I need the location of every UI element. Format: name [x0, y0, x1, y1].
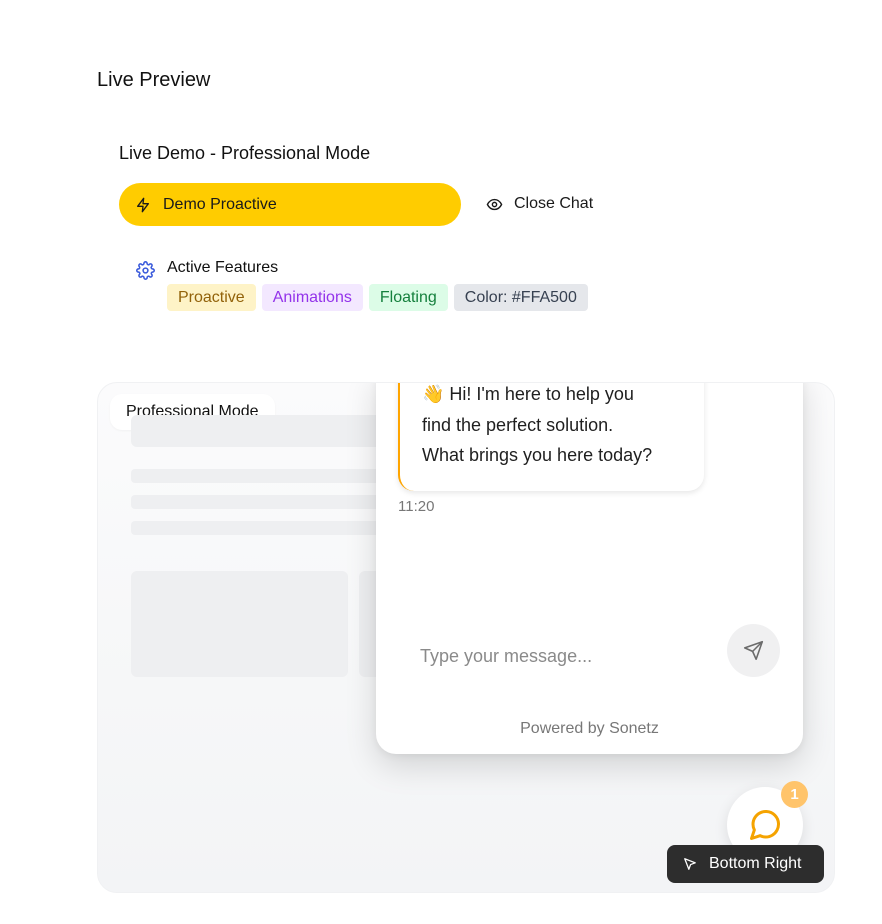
preview-canvas: Professional Mode 👋 Hi! I'm here to help… [97, 382, 835, 893]
chat-message-line: find the perfect solution. [422, 414, 614, 435]
active-features-label: Active Features [167, 259, 279, 276]
skeleton-card [131, 571, 348, 677]
skeleton-line [131, 469, 381, 483]
send-button[interactable] [727, 624, 780, 677]
cursor-arrow-icon [684, 858, 696, 870]
skeleton-line [131, 521, 381, 535]
section-title: Live Preview [97, 69, 211, 91]
demo-title: Live Demo - Professional Mode [119, 143, 371, 163]
skeleton-block [131, 415, 391, 447]
close-chat-label: Close Chat [514, 195, 594, 212]
unread-badge: 1 [781, 781, 808, 808]
feature-tag: Animations [261, 284, 363, 311]
feature-tag: Proactive [167, 284, 256, 311]
feature-tags: Proactive Animations Floating Color: #FF… [167, 284, 588, 311]
chat-message-line: 👋 Hi! I'm here to help you [422, 384, 634, 404]
eye-icon [486, 198, 503, 210]
skeleton-line [131, 495, 381, 509]
position-label: Bottom Right [709, 855, 802, 872]
chat-bubble-icon [750, 809, 781, 840]
chat-message-input[interactable] [420, 641, 720, 671]
send-icon [743, 640, 764, 661]
chat-message-line: What brings you here today? [422, 445, 653, 465]
feature-tag: Color: #FFA500 [453, 284, 588, 311]
chat-window: 👋 Hi! I'm here to help you find the perf… [376, 383, 803, 754]
position-selector[interactable]: Bottom Right [667, 845, 824, 883]
message-timestamp: 11:20 [398, 498, 435, 515]
chat-message-bubble: 👋 Hi! I'm here to help you find the perf… [398, 383, 704, 491]
lightning-icon [137, 197, 149, 212]
close-chat-button[interactable]: Close Chat [486, 186, 593, 222]
demo-proactive-label: Demo Proactive [163, 195, 277, 213]
demo-proactive-button[interactable]: Demo Proactive [119, 183, 461, 226]
gear-icon [136, 261, 155, 280]
powered-by: Powered by Sonetz [520, 720, 659, 737]
feature-tag: Floating [368, 284, 448, 311]
